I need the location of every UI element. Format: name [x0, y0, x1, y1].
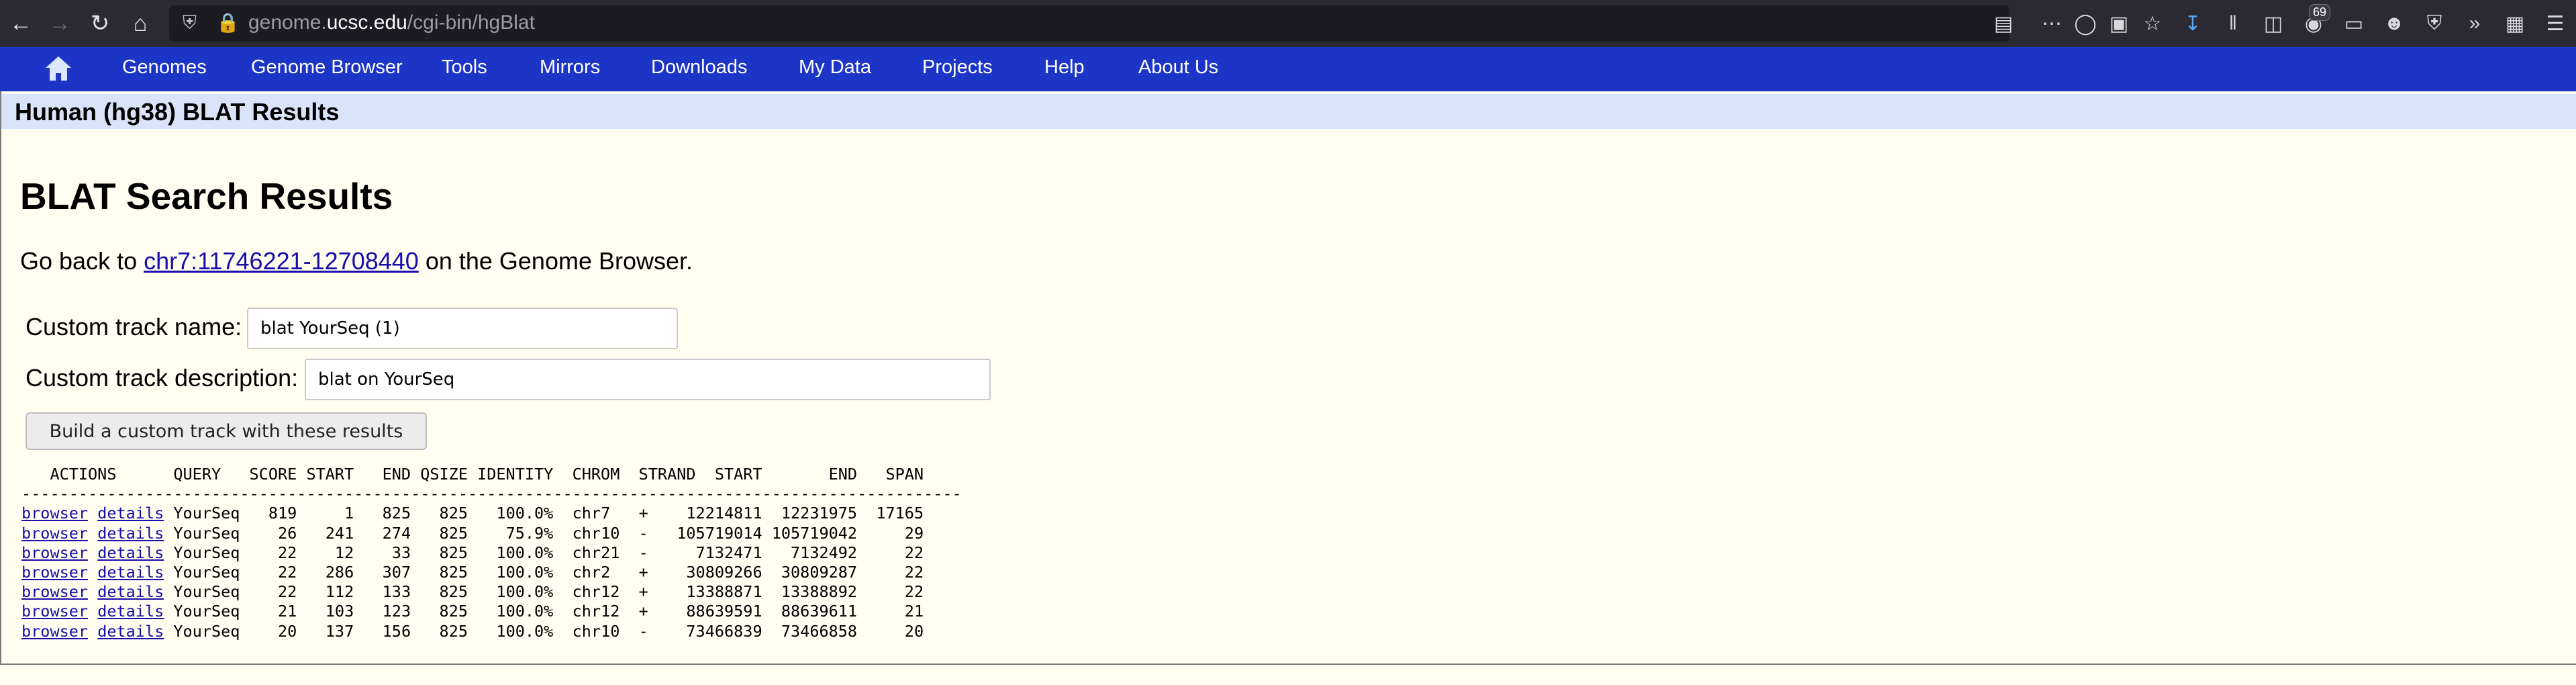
home-icon[interactable]: ⌂: [123, 7, 157, 40]
page-title: Human (hg38) BLAT Results: [15, 98, 340, 126]
nav-my-data[interactable]: My Data: [799, 56, 871, 79]
browser-link[interactable]: browser: [21, 563, 88, 582]
account-icon[interactable]: ☻: [2379, 8, 2410, 39]
back-arrow-icon[interactable]: ←: [4, 7, 38, 40]
nav-mirrors[interactable]: Mirrors: [540, 56, 600, 79]
home-icon[interactable]: [43, 54, 74, 85]
table-row: browser details YourSeq 819 1 825 825 10…: [21, 504, 924, 523]
table-row: browser details YourSeq 20 137 156 825 1…: [21, 621, 924, 641]
table-row: browser details YourSeq 22 112 133 825 1…: [21, 582, 924, 602]
pocket-icon[interactable]: ◯: [2070, 8, 2101, 39]
sidebar-icon[interactable]: ◫: [2258, 8, 2289, 39]
page-content: Human (hg38) BLAT Results BLAT Search Re…: [0, 91, 2576, 665]
track-name-label: Custom track name:: [26, 313, 242, 340]
url-text[interactable]: genome.ucsc.edu/cgi-bin/hgBlat: [248, 11, 535, 34]
details-link[interactable]: details: [97, 622, 164, 641]
shield-icon[interactable]: ⛨: [183, 12, 197, 34]
download-icon[interactable]: ↧: [2177, 8, 2208, 39]
nav-about-us[interactable]: About Us: [1138, 56, 1218, 79]
extension-icon[interactable]: ▣: [2103, 8, 2134, 39]
overflow-chevron-icon[interactable]: »: [2459, 8, 2490, 39]
nav-help[interactable]: Help: [1044, 56, 1085, 79]
table-row: browser details YourSeq 22 12 33 825 100…: [21, 543, 924, 562]
results-header: ACTIONS QUERY SCORE START END QSIZE IDEN…: [21, 465, 924, 484]
track-description-label: Custom track description:: [26, 364, 299, 392]
shield-extension-icon[interactable]: ⛨: [2419, 8, 2450, 39]
page-icon[interactable]: ▭: [2338, 8, 2369, 39]
results-separator: ----------------------------------------…: [21, 484, 962, 504]
browser-link[interactable]: browser: [21, 622, 88, 641]
nav-tools[interactable]: Tools: [442, 56, 487, 79]
browser-link[interactable]: browser: [21, 504, 88, 522]
gift-icon[interactable]: ▦: [2499, 8, 2530, 39]
browser-link[interactable]: browser: [21, 524, 88, 543]
more-actions-icon[interactable]: ⋯: [2036, 8, 2067, 39]
nav-downloads[interactable]: Downloads: [651, 56, 747, 79]
track-description-input[interactable]: blat on YourSeq: [305, 359, 991, 400]
results-heading: BLAT Search Results: [20, 175, 393, 217]
details-link[interactable]: details: [97, 602, 164, 621]
library-icon[interactable]: ‖: [2218, 8, 2248, 39]
build-custom-track-button[interactable]: Build a custom track with these results: [26, 412, 427, 450]
browser-link[interactable]: browser: [21, 602, 88, 621]
genome-position-link[interactable]: chr7:11746221-12708440: [144, 247, 419, 275]
addon-badge: 69: [2309, 4, 2331, 21]
table-row: browser details YourSeq 21 103 123 825 1…: [21, 602, 924, 621]
nav-projects[interactable]: Projects: [922, 56, 993, 79]
bookmark-star-icon[interactable]: ☆: [2137, 8, 2168, 39]
nav-genomes[interactable]: Genomes: [122, 56, 207, 79]
track-name-input[interactable]: blat YourSeq (1): [247, 308, 678, 349]
table-row: browser details YourSeq 26 241 274 825 7…: [21, 523, 924, 543]
address-bar[interactable]: ⛨ 🔒 genome.ucsc.edu/cgi-bin/hgBlat: [169, 5, 2010, 42]
reader-view-icon[interactable]: ▤: [1988, 8, 2019, 39]
title-bar: Human (hg38) BLAT Results: [1, 94, 2576, 129]
top-navigation: Genomes Genome Browser Tools Mirrors Dow…: [0, 47, 2576, 91]
reload-icon[interactable]: ↻: [83, 7, 117, 40]
browser-link[interactable]: browser: [21, 543, 88, 562]
details-link[interactable]: details: [97, 582, 164, 601]
details-link[interactable]: details: [97, 563, 164, 582]
go-back-text: Go back to chr7:11746221-12708440 on the…: [20, 247, 693, 275]
browser-toolbar: ← → ↻ ⌂ ⛨ 🔒 genome.ucsc.edu/cgi-bin/hgBl…: [0, 0, 2576, 47]
details-link[interactable]: details: [97, 543, 164, 562]
nav-genome-browser[interactable]: Genome Browser: [251, 56, 403, 79]
browser-link[interactable]: browser: [21, 582, 88, 601]
results-table: ACTIONS QUERY SCORE START END QSIZE IDEN…: [21, 465, 962, 641]
details-link[interactable]: details: [97, 504, 164, 522]
details-link[interactable]: details: [97, 524, 164, 543]
table-row: browser details YourSeq 22 286 307 825 1…: [21, 563, 924, 582]
forward-arrow-icon[interactable]: →: [43, 7, 77, 40]
lock-icon[interactable]: 🔒: [216, 11, 240, 34]
menu-icon[interactable]: ☰: [2540, 8, 2571, 39]
